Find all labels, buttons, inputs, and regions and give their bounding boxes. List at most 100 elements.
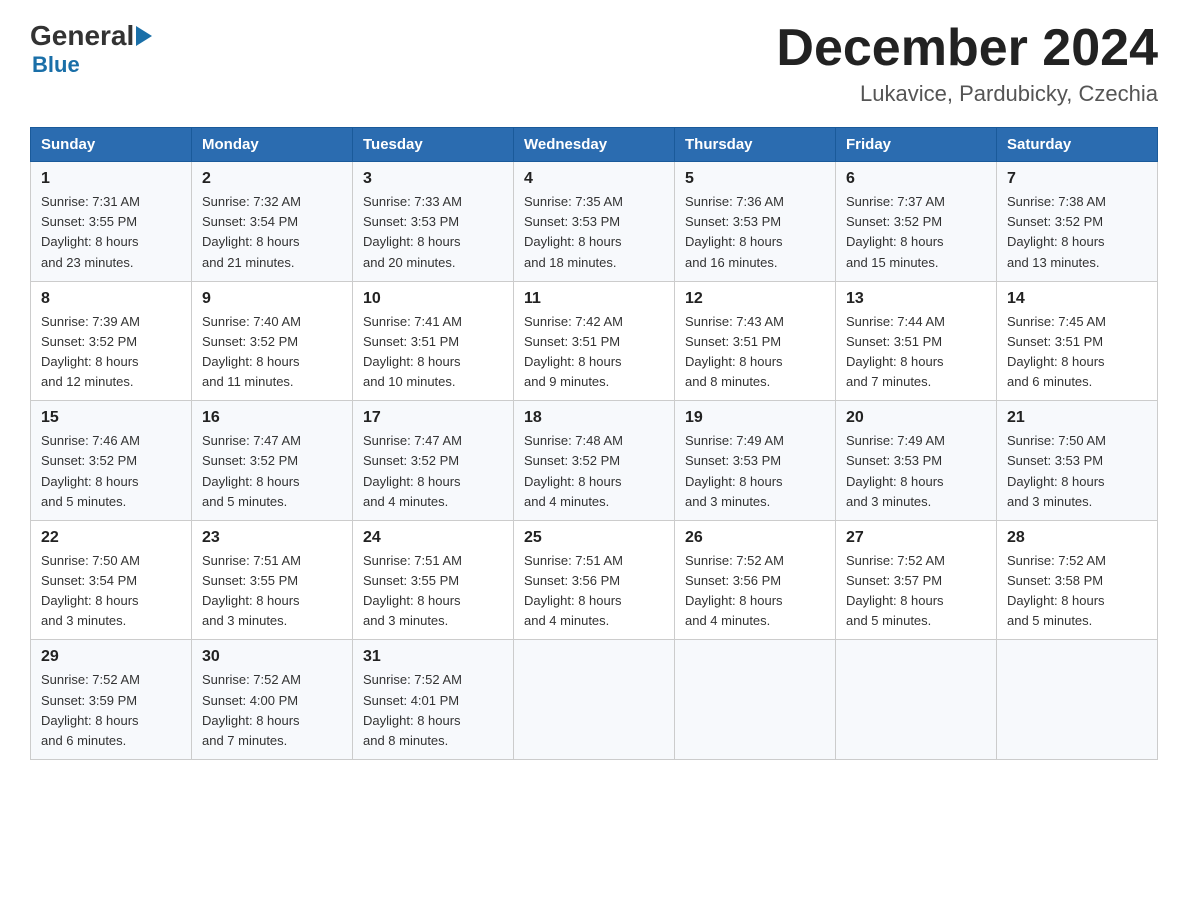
day-number: 16 [202, 409, 342, 427]
day-number: 12 [685, 290, 825, 308]
calendar-day-cell: 11 Sunrise: 7:42 AMSunset: 3:51 PMDayligh… [514, 281, 675, 401]
location-title: Lukavice, Pardubicky, Czechia [776, 81, 1158, 107]
calendar-day-cell: 23Sunrise: 7:51 AMSunset: 3:55 PMDayligh… [192, 520, 353, 640]
day-info: Sunrise: 7:47 AMSunset: 3:52 PMDaylight:… [202, 431, 342, 512]
day-info: Sunrise: 7:33 AMSunset: 3:53 PMDaylight:… [363, 192, 503, 273]
day-number: 19 [685, 409, 825, 427]
day-number: 28 [1007, 529, 1147, 547]
day-info: Sunrise: 7:41 AMSunset: 3:51 PMDaylight:… [363, 312, 503, 393]
day-info: Sunrise: 7:49 AMSunset: 3:53 PMDaylight:… [685, 431, 825, 512]
day-info: Sunrise: 7:51 AMSunset: 3:55 PMDaylight:… [202, 551, 342, 632]
day-info: Sunrise: 7:38 AMSunset: 3:52 PMDaylight:… [1007, 192, 1147, 273]
day-number: 25 [524, 529, 664, 547]
day-number: 9 [202, 290, 342, 308]
day-info: Sunrise: 7:37 AMSunset: 3:52 PMDaylight:… [846, 192, 986, 273]
day-number: 14 [1007, 290, 1147, 308]
calendar-week-row: 8 Sunrise: 7:39 AMSunset: 3:52 PMDaylight… [31, 281, 1158, 401]
calendar-day-cell: 25 Sunrise: 7:51 AMSunset: 3:56 PMDayligh… [514, 520, 675, 640]
day-info: Sunrise: 7:47 AMSunset: 3:52 PMDaylight:… [363, 431, 503, 512]
logo: General Blue [30, 20, 152, 78]
calendar-day-cell: 27Sunrise: 7:52 AMSunset: 3:57 PMDayligh… [836, 520, 997, 640]
calendar-day-cell: 3 Sunrise: 7:33 AMSunset: 3:53 PMDaylight… [353, 162, 514, 282]
day-number: 6 [846, 170, 986, 188]
day-info: Sunrise: 7:50 AMSunset: 3:54 PMDaylight:… [41, 551, 181, 632]
day-info: Sunrise: 7:45 AMSunset: 3:51 PMDaylight:… [1007, 312, 1147, 393]
calendar-day-cell: 8 Sunrise: 7:39 AMSunset: 3:52 PMDaylight… [31, 281, 192, 401]
day-number: 27 [846, 529, 986, 547]
day-number: 13 [846, 290, 986, 308]
calendar-week-row: 29Sunrise: 7:52 AMSunset: 3:59 PMDayligh… [31, 640, 1158, 760]
logo-general-text: General [30, 20, 134, 52]
day-info: Sunrise: 7:51 AMSunset: 3:55 PMDaylight:… [363, 551, 503, 632]
calendar-day-cell: 9 Sunrise: 7:40 AMSunset: 3:52 PMDaylight… [192, 281, 353, 401]
day-number: 15 [41, 409, 181, 427]
day-info: Sunrise: 7:42 AMSunset: 3:51 PMDaylight:… [524, 312, 664, 393]
calendar-table: SundayMondayTuesdayWednesdayThursdayFrid… [30, 127, 1158, 760]
day-number: 26 [685, 529, 825, 547]
month-title: December 2024 [776, 20, 1158, 77]
calendar-week-row: 22 Sunrise: 7:50 AMSunset: 3:54 PMDayligh… [31, 520, 1158, 640]
day-number: 17 [363, 409, 503, 427]
day-number: 2 [202, 170, 342, 188]
calendar-day-cell: 14 Sunrise: 7:45 AMSunset: 3:51 PMDayligh… [997, 281, 1158, 401]
day-info: Sunrise: 7:43 AMSunset: 3:51 PMDaylight:… [685, 312, 825, 393]
calendar-day-cell: 31Sunrise: 7:52 AMSunset: 4:01 PMDayligh… [353, 640, 514, 760]
title-block: December 2024 Lukavice, Pardubicky, Czec… [776, 20, 1158, 107]
day-info: Sunrise: 7:40 AMSunset: 3:52 PMDaylight:… [202, 312, 342, 393]
calendar-day-cell: 24Sunrise: 7:51 AMSunset: 3:55 PMDayligh… [353, 520, 514, 640]
day-number: 20 [846, 409, 986, 427]
day-info: Sunrise: 7:52 AMSunset: 3:59 PMDaylight:… [41, 670, 181, 751]
day-info: Sunrise: 7:48 AMSunset: 3:52 PMDaylight:… [524, 431, 664, 512]
calendar-day-cell [675, 640, 836, 760]
calendar-day-cell: 20 Sunrise: 7:49 AMSunset: 3:53 PMDayligh… [836, 401, 997, 521]
day-number: 18 [524, 409, 664, 427]
day-header-wednesday: Wednesday [514, 128, 675, 162]
calendar-header-row: SundayMondayTuesdayWednesdayThursdayFrid… [31, 128, 1158, 162]
day-header-sunday: Sunday [31, 128, 192, 162]
calendar-day-cell: 6 Sunrise: 7:37 AMSunset: 3:52 PMDaylight… [836, 162, 997, 282]
day-info: Sunrise: 7:49 AMSunset: 3:53 PMDaylight:… [846, 431, 986, 512]
logo-triangle-icon [136, 26, 152, 46]
calendar-day-cell [997, 640, 1158, 760]
calendar-day-cell: 19 Sunrise: 7:49 AMSunset: 3:53 PMDayligh… [675, 401, 836, 521]
day-header-friday: Friday [836, 128, 997, 162]
day-number: 7 [1007, 170, 1147, 188]
day-info: Sunrise: 7:52 AMSunset: 3:58 PMDaylight:… [1007, 551, 1147, 632]
day-header-monday: Monday [192, 128, 353, 162]
day-info: Sunrise: 7:31 AMSunset: 3:55 PMDaylight:… [41, 192, 181, 273]
day-number: 5 [685, 170, 825, 188]
day-info: Sunrise: 7:39 AMSunset: 3:52 PMDaylight:… [41, 312, 181, 393]
calendar-day-cell: 28 Sunrise: 7:52 AMSunset: 3:58 PMDayligh… [997, 520, 1158, 640]
calendar-day-cell: 29Sunrise: 7:52 AMSunset: 3:59 PMDayligh… [31, 640, 192, 760]
day-info: Sunrise: 7:52 AMSunset: 4:00 PMDaylight:… [202, 670, 342, 751]
day-info: Sunrise: 7:36 AMSunset: 3:53 PMDaylight:… [685, 192, 825, 273]
calendar-day-cell: 18 Sunrise: 7:48 AMSunset: 3:52 PMDayligh… [514, 401, 675, 521]
day-number: 8 [41, 290, 181, 308]
day-number: 22 [41, 529, 181, 547]
day-info: Sunrise: 7:52 AMSunset: 3:56 PMDaylight:… [685, 551, 825, 632]
calendar-day-cell: 4 Sunrise: 7:35 AMSunset: 3:53 PMDaylight… [514, 162, 675, 282]
day-number: 11 [524, 290, 664, 308]
day-info: Sunrise: 7:46 AMSunset: 3:52 PMDaylight:… [41, 431, 181, 512]
day-info: Sunrise: 7:51 AMSunset: 3:56 PMDaylight:… [524, 551, 664, 632]
day-header-saturday: Saturday [997, 128, 1158, 162]
calendar-day-cell [836, 640, 997, 760]
day-number: 21 [1007, 409, 1147, 427]
day-number: 30 [202, 648, 342, 666]
calendar-day-cell: 16 Sunrise: 7:47 AMSunset: 3:52 PMDayligh… [192, 401, 353, 521]
day-info: Sunrise: 7:52 AMSunset: 4:01 PMDaylight:… [363, 670, 503, 751]
calendar-week-row: 1Sunrise: 7:31 AMSunset: 3:55 PMDaylight… [31, 162, 1158, 282]
day-info: Sunrise: 7:32 AMSunset: 3:54 PMDaylight:… [202, 192, 342, 273]
calendar-day-cell: 15 Sunrise: 7:46 AMSunset: 3:52 PMDayligh… [31, 401, 192, 521]
calendar-day-cell: 21Sunrise: 7:50 AMSunset: 3:53 PMDayligh… [997, 401, 1158, 521]
page-header: General Blue December 2024 Lukavice, Par… [30, 20, 1158, 107]
day-info: Sunrise: 7:44 AMSunset: 3:51 PMDaylight:… [846, 312, 986, 393]
day-number: 4 [524, 170, 664, 188]
calendar-day-cell [514, 640, 675, 760]
day-header-tuesday: Tuesday [353, 128, 514, 162]
calendar-week-row: 15 Sunrise: 7:46 AMSunset: 3:52 PMDayligh… [31, 401, 1158, 521]
calendar-day-cell: 30 Sunrise: 7:52 AMSunset: 4:00 PMDayligh… [192, 640, 353, 760]
calendar-day-cell: 22 Sunrise: 7:50 AMSunset: 3:54 PMDayligh… [31, 520, 192, 640]
day-number: 3 [363, 170, 503, 188]
day-info: Sunrise: 7:35 AMSunset: 3:53 PMDaylight:… [524, 192, 664, 273]
